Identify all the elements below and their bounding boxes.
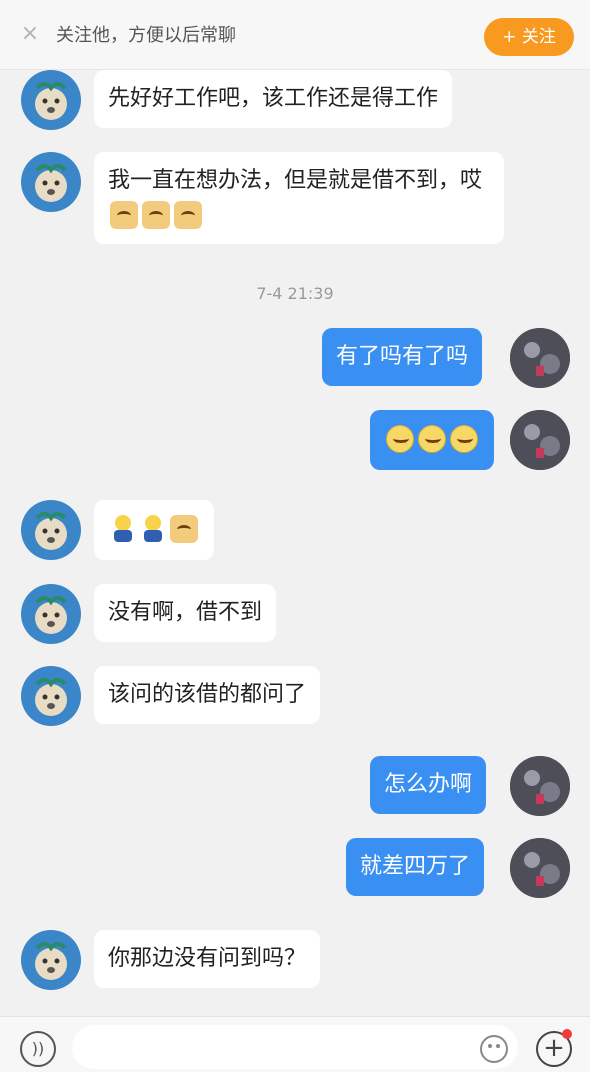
message-text: 怎么办啊 (384, 772, 473, 797)
avatar[interactable] (21, 152, 81, 212)
follow-banner: × 关注他，方便以后常聊 + 关注 (0, 0, 590, 70)
follow-prompt-text: 关注他，方便以后常聊 (56, 25, 236, 46)
message-bubble-incoming[interactable]: 没有啊，借不到 (94, 584, 277, 642)
voice-icon[interactable]: )) (20, 1031, 56, 1067)
kneel-emoji-icon (140, 515, 166, 543)
message-text: 先好好工作吧，该工作还是得工作 (108, 86, 439, 111)
message-text: 我一直在想办法，但是就是借不到，哎 (108, 168, 483, 193)
sad-face-emoji-icon (386, 425, 414, 453)
message-timestamp: 7-4 21:39 (256, 284, 334, 303)
message-bubble-outgoing[interactable]: 就差四万了 (346, 838, 485, 896)
message-bubble-outgoing[interactable]: 怎么办啊 (370, 756, 487, 814)
avatar[interactable] (510, 756, 570, 816)
dog-emoji-icon (110, 201, 138, 229)
avatar[interactable] (21, 70, 81, 130)
kneel-emoji-icon (110, 515, 136, 543)
avatar[interactable] (510, 410, 570, 470)
message-bubble-outgoing[interactable] (370, 410, 494, 470)
avatar[interactable] (21, 584, 81, 644)
follow-button[interactable]: + 关注 (484, 18, 574, 56)
message-bubble-incoming[interactable]: 你那边没有问到吗？ (94, 930, 321, 988)
avatar[interactable] (21, 930, 81, 990)
sad-face-emoji-icon (450, 425, 478, 453)
message-text: 该问的该借的都问了 (108, 682, 307, 707)
dog-emoji-icon (142, 201, 170, 229)
message-bubble-incoming[interactable] (94, 500, 214, 560)
message-bubble-incoming[interactable]: 先好好工作吧，该工作还是得工作 (94, 70, 453, 128)
avatar[interactable] (21, 500, 81, 560)
message-text: 就差四万了 (360, 854, 471, 879)
avatar[interactable] (21, 666, 81, 726)
input-bar: )) + (0, 1016, 590, 1072)
message-text: 有了吗有了吗 (336, 344, 469, 369)
dog-emoji-icon (170, 515, 198, 543)
message-text: 你那边没有问到吗？ (108, 946, 307, 971)
message-bubble-incoming[interactable]: 我一直在想办法，但是就是借不到，哎 (94, 152, 504, 244)
message-input[interactable] (72, 1025, 518, 1069)
close-icon[interactable]: × (20, 23, 40, 45)
message-bubble-incoming[interactable]: 该问的该借的都问了 (94, 666, 321, 724)
avatar[interactable] (510, 838, 570, 898)
message-text: 没有啊，借不到 (108, 600, 263, 625)
sad-face-emoji-icon (418, 425, 446, 453)
dog-emoji-icon (174, 201, 202, 229)
message-bubble-outgoing[interactable]: 有了吗有了吗 (322, 328, 483, 386)
notification-dot (562, 1029, 572, 1039)
avatar[interactable] (510, 328, 570, 388)
emoji-icon[interactable] (480, 1035, 508, 1063)
